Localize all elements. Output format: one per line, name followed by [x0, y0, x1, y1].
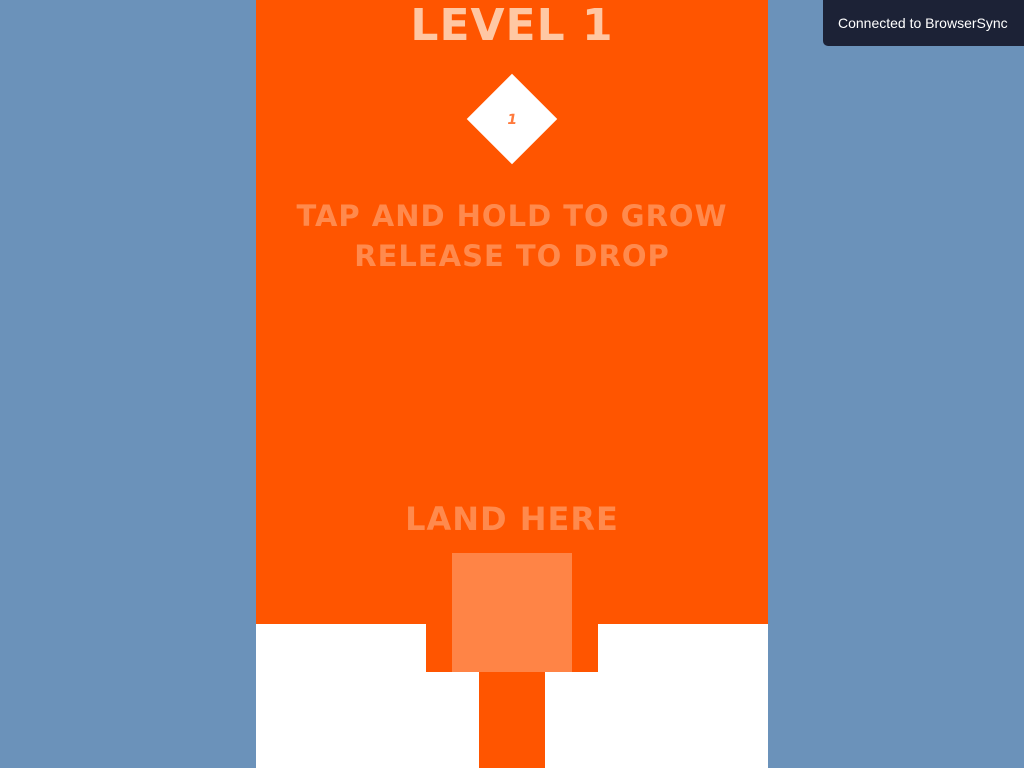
instruction-line-1: TAP AND HOLD TO GROW: [296, 199, 728, 233]
level-title: LEVEL 1: [410, 0, 614, 51]
ground-middle-right: [545, 672, 598, 768]
ground-right: [598, 624, 768, 768]
browsersync-toast: Connected to BrowserSync: [823, 0, 1024, 46]
diamond-label: 1: [505, 112, 519, 128]
instructions: TAP AND HOLD TO GROW RELEASE TO DROP: [256, 196, 768, 276]
land-here-label: LAND HERE: [405, 500, 619, 538]
instruction-line-2: RELEASE TO DROP: [354, 239, 670, 273]
game-canvas[interactable]: LEVEL 1 1 TAP AND HOLD TO GROW RELEASE T…: [256, 0, 768, 768]
ground-middle-left: [426, 672, 479, 768]
landing-target: [452, 553, 572, 672]
ground-left: [256, 624, 426, 768]
page: LEVEL 1 1 TAP AND HOLD TO GROW RELEASE T…: [0, 0, 1024, 768]
